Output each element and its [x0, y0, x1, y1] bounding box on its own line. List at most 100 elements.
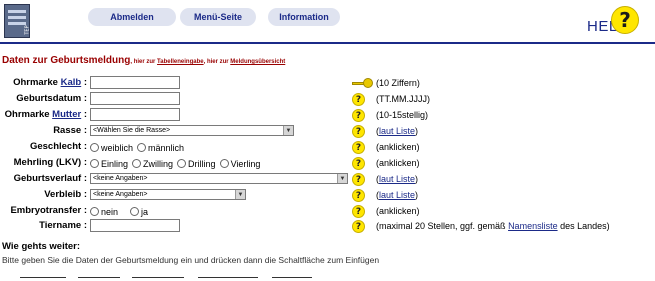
mehrling-option-einling[interactable]: Einling	[90, 159, 128, 169]
meldungsuebersicht-link[interactable]: Meldungsübersicht	[230, 59, 285, 65]
help-question-icon[interactable]: ?	[352, 109, 365, 122]
geschlecht-radio-group: weiblich männlich	[90, 141, 184, 154]
row-geschlecht: Geschlecht : weiblich männlich ? (anklic…	[0, 140, 655, 156]
bottom-button-2[interactable]	[78, 277, 120, 281]
geburtsdatum-hint: (TT.MM.JJJJ)	[376, 94, 430, 104]
geschlecht-option-maennlich[interactable]: männlich	[137, 143, 184, 153]
nav-information-button[interactable]: Information	[268, 8, 340, 26]
geburtsverlauf-liste-link[interactable]: laut Liste	[379, 174, 415, 184]
help-question-icon[interactable]: ?	[352, 125, 365, 138]
verbleib-select[interactable]: <keine Angaben> ▼	[90, 189, 246, 200]
radio-button[interactable]	[219, 159, 229, 168]
bottom-button-5[interactable]	[272, 277, 312, 281]
embryotransfer-option-ja[interactable]: ja	[130, 207, 148, 217]
embryotransfer-radio-group: nein ja	[90, 205, 148, 218]
verbleib-label: Verbleib :	[44, 189, 87, 200]
section-subtext-2: , hier zur	[203, 59, 231, 65]
radio-button[interactable]	[130, 207, 140, 216]
mehrling-label: Mehrling (LKV) :	[13, 157, 87, 168]
radio-button[interactable]	[132, 159, 142, 168]
help-question-icon[interactable]: ?	[352, 93, 365, 106]
namensliste-link[interactable]: Namensliste	[508, 221, 558, 231]
chevron-down-icon: ▼	[283, 126, 293, 135]
verbleib-liste-link[interactable]: laut Liste	[379, 190, 415, 200]
embryotransfer-label: Embryotransfer :	[10, 205, 87, 216]
help-question-icon: ?	[611, 6, 639, 34]
geburtsdatum-input[interactable]	[90, 92, 180, 105]
rasse-liste-link[interactable]: laut Liste	[379, 126, 415, 136]
header-divider	[0, 42, 655, 44]
row-tiername: Tiername : ? (maximal 20 Stellen, ggf. g…	[0, 219, 655, 235]
mehrling-option-vierling[interactable]: Vierling	[219, 159, 260, 169]
row-mehrling: Mehrling (LKV) : Einling Zwilling Drilli…	[0, 156, 655, 172]
radio-button[interactable]	[90, 159, 99, 168]
help-question-icon[interactable]: ?	[352, 141, 365, 154]
help-question-icon[interactable]: ?	[352, 205, 365, 218]
geburtsverlauf-hint: (laut Liste)	[376, 174, 419, 184]
nav-menu-seite-button[interactable]: Menü-Seite	[180, 8, 256, 26]
verbleib-selected-value: <keine Angaben>	[93, 191, 148, 198]
kalb-link[interactable]: Kalb	[61, 77, 82, 88]
mehrling-radio-group: Einling Zwilling Drilling Vierling	[90, 157, 260, 170]
chevron-down-icon: ▼	[337, 174, 347, 183]
bottom-button-3[interactable]	[132, 277, 184, 281]
geburtsdatum-label: Geburtsdatum :	[16, 93, 87, 104]
row-ohrmarke-kalb: Ohrmarke Kalb : (10 Ziffern)	[0, 76, 655, 92]
chevron-down-icon: ▼	[235, 190, 245, 199]
geschlecht-hint: (anklicken)	[376, 142, 420, 152]
embryotransfer-hint: (anklicken)	[376, 206, 420, 216]
ohrmarke-mutter-input[interactable]	[90, 108, 180, 121]
mehrling-hint: (anklicken)	[376, 158, 420, 168]
row-embryotransfer: Embryotransfer : nein ja ? (anklicken)	[0, 204, 655, 220]
tabelleneingabe-link[interactable]: Tabelleneingabe	[157, 59, 204, 65]
howto-text: Bitte geben Sie die Daten der Geburtsmel…	[2, 255, 380, 265]
mehrling-option-drilling[interactable]: Drilling	[177, 159, 216, 169]
radio-button[interactable]	[137, 143, 147, 152]
tiername-hint: (maximal 20 Stellen, ggf. gemäß Namensli…	[376, 221, 610, 231]
tep-logo: TEP	[4, 4, 31, 38]
rasse-label: Rasse :	[53, 125, 87, 136]
row-verbleib: Verbleib : <keine Angaben> ▼ ? (laut Lis…	[0, 188, 655, 204]
section-title-text: Daten zur Geburtsmeldung	[2, 55, 131, 66]
geburtsverlauf-selected-value: <keine Angaben>	[93, 175, 148, 182]
radio-button[interactable]	[90, 207, 99, 216]
help-button[interactable]: HELP ?	[587, 4, 647, 40]
ohrmarke-kalb-input[interactable]	[90, 76, 180, 89]
bottom-button-4[interactable]	[198, 277, 258, 281]
help-question-icon[interactable]: ?	[352, 220, 365, 233]
ohrmarke-mutter-hint: (10-15stellig)	[376, 110, 429, 120]
geschlecht-option-weiblich[interactable]: weiblich	[90, 143, 133, 153]
tiername-input[interactable]	[90, 219, 180, 232]
geburtsverlauf-label: Geburtsverlauf :	[13, 173, 87, 184]
logo-text: TEP	[24, 25, 31, 35]
rasse-select[interactable]: <Wählen Sie die Rasse> ▼	[90, 125, 294, 136]
help-question-icon[interactable]: ?	[352, 173, 365, 186]
tiername-label: Tiername :	[39, 220, 87, 231]
ohrmarke-kalb-hint: (10 Ziffern)	[376, 78, 420, 88]
geschlecht-label: Geschlecht :	[29, 141, 87, 152]
verbleib-hint: (laut Liste)	[376, 190, 419, 200]
howto-title: Wie gehts weiter:	[2, 241, 81, 252]
geburtsverlauf-select[interactable]: <keine Angaben> ▼	[90, 173, 348, 184]
radio-button[interactable]	[177, 159, 187, 168]
bottom-button-1[interactable]	[20, 277, 66, 281]
row-ohrmarke-mutter: Ohrmarke Mutter : ? (10-15stellig)	[0, 108, 655, 124]
section-title: Daten zur Geburtsmeldung, hier zur Tabel…	[2, 55, 285, 66]
embryotransfer-option-nein[interactable]: nein	[90, 207, 118, 217]
rasse-hint: (laut Liste)	[376, 126, 419, 136]
page-header: TEP Abmelden Menü-Seite Information HELP…	[0, 0, 655, 44]
mehrling-option-zwilling[interactable]: Zwilling	[132, 159, 173, 169]
key-icon[interactable]	[352, 78, 374, 88]
row-geburtsverlauf: Geburtsverlauf : <keine Angaben> ▼ ? (la…	[0, 172, 655, 188]
row-geburtsdatum: Geburtsdatum : ? (TT.MM.JJJJ)	[0, 92, 655, 108]
section-subtext-1: , hier zur	[130, 59, 158, 65]
mutter-link[interactable]: Mutter	[52, 109, 81, 120]
help-question-icon[interactable]: ?	[352, 189, 365, 202]
ohrmarke-mutter-label: Ohrmarke Mutter :	[4, 109, 87, 120]
nav-abmelden-button[interactable]: Abmelden	[88, 8, 176, 26]
rasse-selected-value: <Wählen Sie die Rasse>	[93, 127, 171, 134]
row-rasse: Rasse : <Wählen Sie die Rasse> ▼ ? (laut…	[0, 124, 655, 140]
radio-button[interactable]	[90, 143, 99, 152]
help-question-icon[interactable]: ?	[352, 157, 365, 170]
ohrmarke-kalb-label: Ohrmarke Kalb :	[13, 77, 87, 88]
